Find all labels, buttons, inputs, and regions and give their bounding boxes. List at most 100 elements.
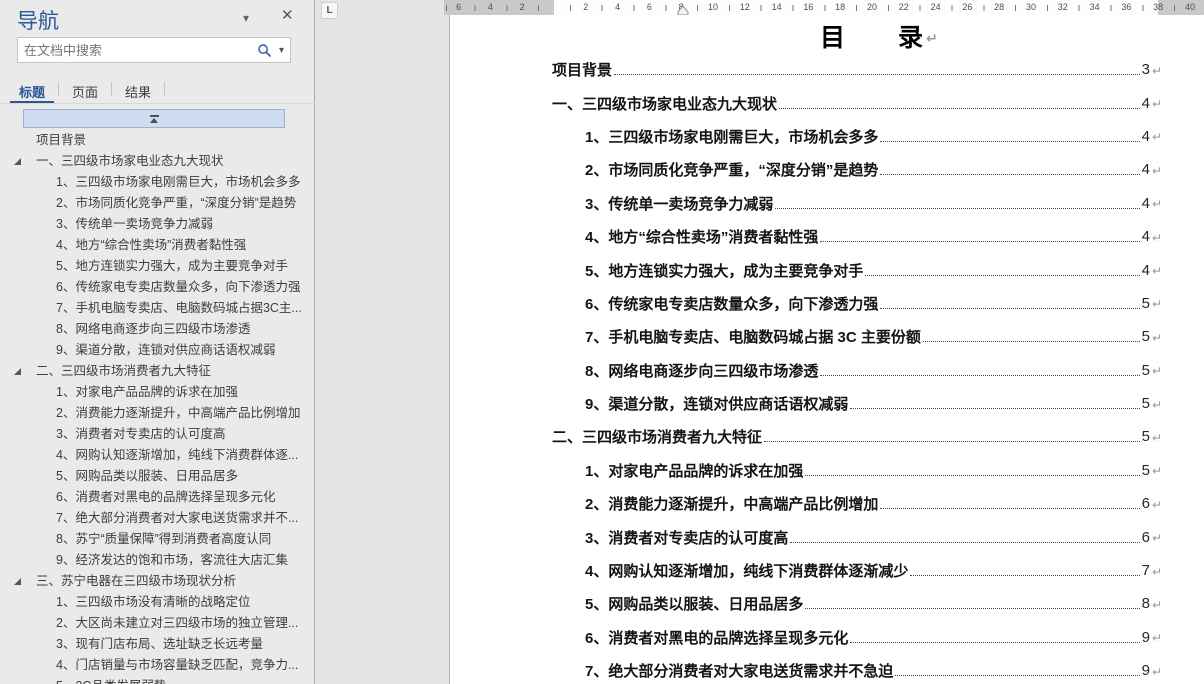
tab-separator	[164, 82, 165, 96]
search-input[interactable]	[24, 43, 254, 58]
nav-tab[interactable]: 结果	[116, 76, 160, 103]
toc-entry[interactable]: 1、对家电产品品牌的诉求在加强 5 ↵	[450, 454, 1204, 487]
toc-entry[interactable]: 6、消费者对黑电的品牌选择呈现多元化 9 ↵	[450, 621, 1204, 654]
nav-tab[interactable]: 页面	[63, 76, 107, 103]
toc-entry[interactable]: 5、地方连锁实力强大，成为主要竞争对手 4 ↵	[450, 253, 1204, 286]
toc-entry[interactable]: 项目背景 3 ↵	[450, 53, 1204, 86]
heading-item[interactable]: 一、三四级市场家电业态九大现状	[0, 151, 315, 172]
heading-item[interactable]: 7、手机电脑专卖店、电脑数码城占据3C主...	[0, 298, 315, 319]
ruler-number: 28	[994, 2, 1004, 13]
toc-entry[interactable]: 4、地方“综合性卖场”消费者黏性强 4 ↵	[450, 220, 1204, 253]
dot-leader	[614, 74, 1140, 75]
collapse-triangle-icon[interactable]	[14, 368, 21, 375]
heading-item-label: 7、绝大部分消费者对大家电送货需求并不...	[56, 511, 298, 525]
ruler-number: 34	[1090, 2, 1100, 13]
search-options-caret-icon[interactable]: ▾	[279, 45, 284, 56]
dot-leader	[764, 441, 1140, 442]
heading-item[interactable]: 1、三四级市场家电刚需巨大，市场机会多多	[0, 172, 315, 193]
chevron-down-icon[interactable]: ▾	[243, 11, 249, 25]
dot-leader	[775, 208, 1139, 209]
toc-entry[interactable]: 7、绝大部分消费者对大家电送货需求并不急迫 9 ↵	[450, 654, 1204, 684]
paragraph-mark-icon: ↵	[1152, 97, 1162, 111]
toc-entry[interactable]: 9、渠道分散，连锁对供应商话语权减弱 5 ↵	[450, 387, 1204, 420]
ruler-number: 4	[488, 2, 493, 13]
heading-item-label: 3、消费者对专卖店的认可度高	[56, 427, 225, 441]
toc-entry[interactable]: 二、三四级市场消费者九大特征 5 ↵	[450, 420, 1204, 453]
toc-entry[interactable]: 3、传统单一卖场竞争力减弱 4 ↵	[450, 187, 1204, 220]
heading-item[interactable]: 4、网购认知逐渐增加，纯线下消费群体逐...	[0, 445, 315, 466]
ruler-number: 6	[647, 2, 652, 13]
heading-item[interactable]: 3、现有门店布局、选址缺乏长远考量	[0, 634, 315, 655]
paragraph-mark-icon: ↵	[1152, 598, 1162, 612]
document-area: 642246810121416182022242628303234363840 …	[316, 0, 1204, 684]
toc-entry[interactable]: 8、网络电商逐步向三四级市场渗透 5 ↵	[450, 354, 1204, 387]
ruler-number: 20	[867, 2, 877, 13]
heading-item[interactable]: 5、网购品类以服装、日用品居多	[0, 466, 315, 487]
heading-item[interactable]: 2、消费能力逐渐提升，中高端产品比例增加	[0, 403, 315, 424]
dot-leader	[805, 475, 1139, 476]
heading-item-label: 4、地方“综合性卖场”消费者黏性强	[56, 238, 246, 252]
toc-entry[interactable]: 7、手机电脑专卖店、电脑数码城占据 3C 主要份额 5 ↵	[450, 320, 1204, 353]
heading-item[interactable]: 8、网络电商逐步向三四级市场渗透	[0, 319, 315, 340]
heading-item[interactable]: 9、经济发达的饱和市场，客流往大店汇集	[0, 550, 315, 571]
heading-item[interactable]: 3、消费者对专卖店的认可度高	[0, 424, 315, 445]
toc-entry[interactable]: 2、消费能力逐渐提升，中高端产品比例增加 6 ↵	[450, 487, 1204, 520]
ruler-number: 12	[740, 2, 750, 13]
heading-item[interactable]: 1、三四级市场没有清晰的战略定位	[0, 592, 315, 613]
heading-item[interactable]: 1、对家电产品品牌的诉求在加强	[0, 382, 315, 403]
collapse-triangle-icon[interactable]	[14, 158, 21, 165]
heading-item[interactable]: 9、渠道分散，连锁对供应商话语权减弱	[0, 340, 315, 361]
ruler-number: 2	[520, 2, 525, 13]
toc-entry-text: 7、绝大部分消费者对大家电送货需求并不急迫	[585, 660, 893, 681]
heading-item[interactable]: 2、大区尚未建立对三四级市场的独立管理...	[0, 613, 315, 634]
nav-tab[interactable]: 标题	[10, 76, 54, 103]
toc-title: 目 录 ↵	[820, 21, 1204, 51]
heading-item-label: 3、传统单一卖场竞争力减弱	[56, 217, 213, 231]
dot-leader	[850, 642, 1139, 643]
heading-item-label: 7、手机电脑专卖店、电脑数码城占据3C主...	[56, 301, 302, 315]
heading-item[interactable]: 二、三四级市场消费者九大特征	[0, 361, 315, 382]
toc-page-number: 5	[1142, 362, 1150, 379]
search-icon[interactable]	[257, 43, 272, 58]
collapse-triangle-icon[interactable]	[14, 578, 21, 585]
dot-leader	[923, 341, 1140, 342]
toc-entry-text: 6、消费者对黑电的品牌选择呈现多元化	[585, 627, 848, 648]
toc-entry[interactable]: 2、市场同质化竞争严重，“深度分销”是趋势 4 ↵	[450, 153, 1204, 186]
heading-item[interactable]: 6、消费者对黑电的品牌选择呈现多元化	[0, 487, 315, 508]
heading-item-label: 二、三四级市场消费者九大特征	[36, 364, 211, 378]
toc-entry-text: 3、消费者对专卖店的认可度高	[585, 527, 788, 548]
heading-item[interactable]: 8、苏宁“质量保障”得到消费者高度认同	[0, 529, 315, 550]
paragraph-mark-icon: ↵	[1152, 431, 1162, 445]
tab-separator	[58, 82, 59, 96]
heading-item[interactable]: 5、地方连锁实力强大，成为主要竞争对手	[0, 256, 315, 277]
toc-entry[interactable]: 6、传统家电专卖店数量众多，向下渗透力强 5 ↵	[450, 287, 1204, 320]
heading-item[interactable]: 7、绝大部分消费者对大家电送货需求并不...	[0, 508, 315, 529]
ruler-number: 24	[931, 2, 941, 13]
document-page: 目 录 ↵ 项目背景 3 ↵ 一、三四级市场家电业态九大现状 4	[449, 15, 1204, 684]
toc-entry[interactable]: 5、网购品类以服装、日用品居多 8 ↵	[450, 587, 1204, 620]
heading-item-label: 三、苏宁电器在三四级市场现状分析	[36, 574, 236, 588]
toc-entry-text: 5、地方连锁实力强大，成为主要竞争对手	[585, 260, 863, 281]
toc-entry[interactable]: 4、网购认知逐渐增加，纯线下消费群体逐渐减少 7 ↵	[450, 554, 1204, 587]
toc-entry-text: 4、网购认知逐渐增加，纯线下消费群体逐渐减少	[585, 560, 908, 581]
heading-item-label: 4、网购认知逐渐增加，纯线下消费群体逐...	[56, 448, 298, 462]
heading-item[interactable]: 三、苏宁电器在三四级市场现状分析	[0, 571, 315, 592]
toc-entry[interactable]: 3、消费者对专卖店的认可度高 6 ↵	[450, 520, 1204, 553]
toc-entry[interactable]: 1、三四级市场家电刚需巨大，市场机会多多 4 ↵	[450, 120, 1204, 153]
toc-entry[interactable]: 一、三四级市场家电业态九大现状 4 ↵	[450, 86, 1204, 119]
heading-item[interactable]: 3、传统单一卖场竞争力减弱	[0, 214, 315, 235]
heading-item[interactable]: 项目背景	[0, 130, 315, 151]
heading-item[interactable]: 4、门店销量与市场容量缺乏匹配，竞争力...	[0, 655, 315, 676]
heading-item[interactable]: 5、3C品类发展弱势	[0, 676, 315, 684]
tab-stop-selector[interactable]: L	[321, 2, 338, 19]
ruler-number: 4	[615, 2, 620, 13]
heading-item[interactable]: 2、市场同质化竞争严重，“深度分销”是趋势	[0, 193, 315, 214]
jump-to-top-bar[interactable]	[23, 109, 285, 128]
heading-item[interactable]: 6、传统家电专卖店数量众多，向下渗透力强	[0, 277, 315, 298]
toc-entry-text: 5、网购品类以服装、日用品居多	[585, 593, 803, 614]
heading-item[interactable]: 4、地方“综合性卖场”消费者黏性强	[0, 235, 315, 256]
search-box[interactable]: ▾	[17, 37, 291, 63]
close-icon[interactable]: ✕	[281, 6, 294, 24]
heading-item-label: 5、3C品类发展弱势	[56, 679, 166, 684]
heading-item-label: 一、三四级市场家电业态九大现状	[36, 154, 224, 168]
